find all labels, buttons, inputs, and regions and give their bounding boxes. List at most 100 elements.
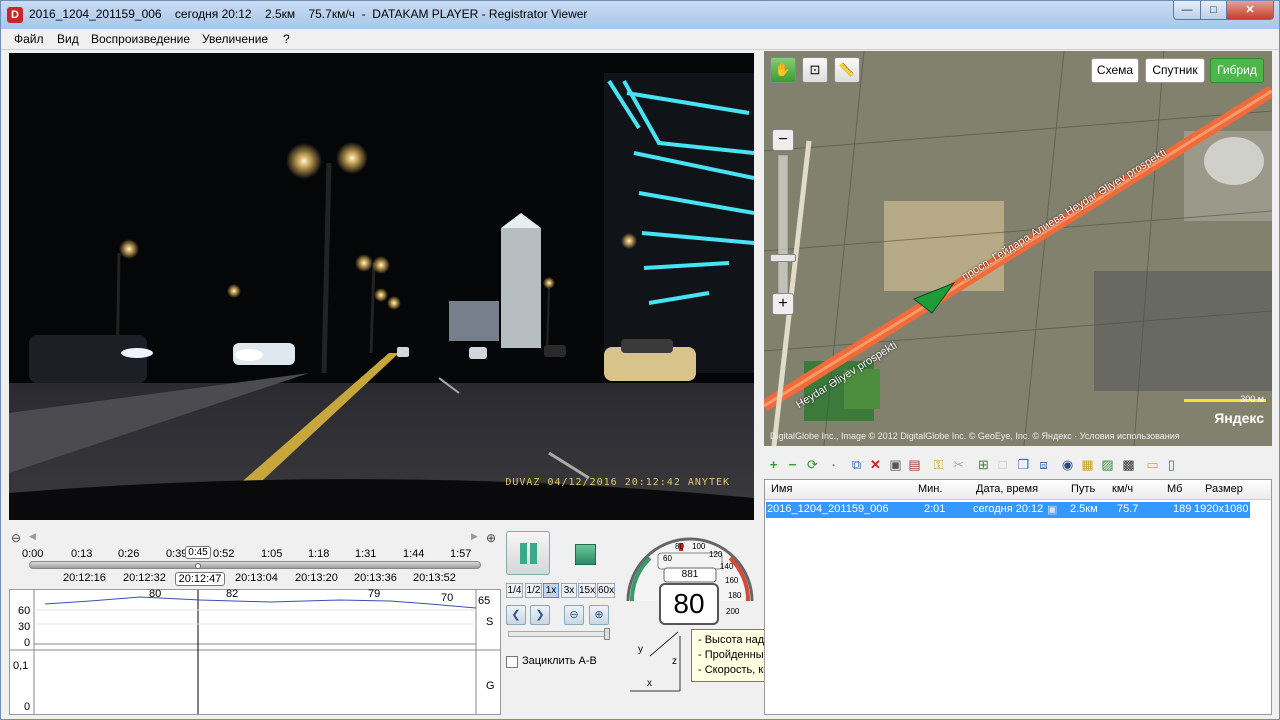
speed-60x-button[interactable]: 60x — [597, 583, 615, 598]
speed-3x-button[interactable]: 3x — [561, 583, 577, 598]
column-header-name[interactable]: Имя — [771, 483, 792, 495]
map-zoom-in-button[interactable]: + — [772, 293, 794, 315]
map-view[interactable]: просп. Гейдара Алиева Heydar Əliyev pros… — [764, 51, 1272, 446]
column-header-speed[interactable]: км/ч — [1112, 483, 1133, 495]
clock-tick: 20:12:32 — [123, 572, 166, 584]
speed-marker: 70 — [441, 592, 454, 604]
maximize-button[interactable]: □ — [1200, 1, 1227, 20]
timeline-tick: 1:05 — [261, 548, 283, 560]
timeline-zoom-out-icon[interactable]: ⊖ — [11, 531, 21, 545]
speed-quarter-button[interactable]: 1/4 — [506, 583, 523, 598]
copy-multi-icon[interactable]: ❐ — [1016, 457, 1031, 472]
speed-half-button[interactable]: 1/2 — [525, 583, 542, 598]
clock-tick: 20:13:04 — [235, 572, 278, 584]
map-zoom-slider[interactable] — [778, 155, 788, 295]
video-timestamp-osd: DUVAZ 04/12/2016 20:12:42 ANYTEK — [505, 477, 730, 488]
map-zoom-out-button[interactable]: − — [772, 129, 794, 151]
g-axis-tick: 0 — [24, 701, 31, 713]
map-scale-label: 300 м — [1240, 394, 1264, 404]
timeline-tick: 1:31 — [355, 548, 377, 560]
column-header-minutes[interactable]: Мин. — [918, 483, 942, 495]
stop-icon — [575, 544, 596, 565]
timeline-position-clock: 20:12:47 — [175, 572, 225, 586]
minimize-button[interactable]: — — [1173, 1, 1201, 20]
axis-y-label: y — [638, 644, 643, 655]
zoom-out-video-button[interactable]: ⊖ — [564, 605, 584, 625]
timeline-scroll-right-icon[interactable]: ▶ — [471, 531, 478, 542]
dot-icon[interactable]: · — [826, 457, 841, 472]
video-file-icon: ▣ — [1047, 504, 1058, 516]
volume-slider-thumb[interactable] — [604, 628, 610, 640]
map-type-satellite-button[interactable]: Спутник — [1145, 58, 1205, 83]
telemetry-graphs[interactable]: 60 30 0 80 82 79 70 65 S 0,1 0 G — [9, 588, 501, 715]
speed-marker: 80 — [149, 588, 162, 600]
image-icon[interactable]: ▨ — [1100, 457, 1115, 472]
document-icon[interactable]: ▯ — [1164, 457, 1179, 472]
remove-file-icon[interactable]: − — [785, 457, 800, 472]
key-icon[interactable]: ⚿ — [931, 457, 946, 472]
globe-icon[interactable]: ◉ — [1060, 457, 1075, 472]
volume-slider[interactable] — [508, 628, 610, 640]
cut-icon[interactable]: ✂ — [951, 457, 966, 472]
timeline-scroll-left-icon[interactable]: ◀ — [29, 531, 36, 542]
film-icon[interactable]: ▩ — [1121, 457, 1136, 472]
pan-tool-button[interactable]: ✋ — [770, 57, 796, 83]
next-frame-button[interactable]: ❯ — [530, 605, 550, 625]
pause-button[interactable] — [506, 531, 550, 575]
cell-mb: 189 — [1173, 503, 1192, 515]
select-icon[interactable]: □ — [995, 457, 1010, 472]
video-view[interactable]: DUVAZ 04/12/2016 20:12:42 ANYTEK — [9, 53, 754, 520]
clock-tick: 20:13:20 — [295, 572, 338, 584]
zoom-in-video-button[interactable]: ⊕ — [589, 605, 609, 625]
menu-bar: Файл Вид Воспроизведение Увеличение ? — [1, 29, 1279, 50]
timeline-tick: 0:13 — [71, 548, 93, 560]
menu-view[interactable]: Вид — [57, 32, 79, 46]
cell-size: 1920x1080 — [1194, 503, 1249, 515]
speed-marker: 79 — [368, 588, 381, 600]
column-header-mb[interactable]: Мб — [1167, 483, 1182, 495]
ruler-tool-button[interactable]: 📏 — [834, 57, 860, 83]
timeline-playhead-handle[interactable] — [195, 563, 201, 569]
menu-zoom[interactable]: Увеличение — [202, 32, 268, 46]
folder-icon[interactable]: ▭ — [1145, 457, 1160, 472]
prev-frame-button[interactable]: ❮ — [506, 605, 526, 625]
timeline[interactable]: ⊖ ◀ ▶ ⊕ 0:00 0:13 0:26 0:39 0:52 1:05 1:… — [9, 527, 501, 589]
speed-1x-button[interactable]: 1x — [543, 583, 559, 598]
map-type-scheme-button[interactable]: Схема — [1091, 58, 1139, 83]
new-item-icon[interactable]: ⊞ — [976, 457, 991, 472]
telemetry-graph-canvas — [10, 590, 500, 714]
column-header-path[interactable]: Путь — [1071, 483, 1095, 495]
export-icon[interactable]: ▤ — [907, 457, 922, 472]
close-button[interactable]: ✕ — [1226, 1, 1274, 20]
merge-icon[interactable]: ⧈ — [1036, 457, 1051, 472]
file-list[interactable]: Имя Мин. Дата, время Путь км/ч Мб Размер… — [764, 479, 1272, 715]
add-file-icon[interactable]: + — [766, 457, 781, 472]
zoom-area-tool-button[interactable]: ⊡ — [802, 57, 828, 83]
timeline-zoom-in-icon[interactable]: ⊕ — [486, 531, 496, 545]
speed-readout: 80 — [673, 588, 705, 619]
copy-icon[interactable]: ⧉ — [849, 457, 864, 472]
g-graph-label: G — [486, 680, 495, 692]
column-header-datetime[interactable]: Дата, время — [976, 483, 1038, 495]
map-type-hybrid-button[interactable]: Гибрид — [1210, 58, 1264, 83]
menu-file[interactable]: Файл — [14, 32, 44, 46]
map-zoom-slider-thumb[interactable] — [770, 254, 796, 262]
chart-icon[interactable]: ▦ — [1080, 457, 1095, 472]
delete-icon[interactable]: ✕ — [868, 457, 883, 472]
timeline-track[interactable] — [29, 561, 481, 569]
timeline-position-time[interactable]: 0:45 — [185, 546, 211, 559]
loop-ab-checkbox[interactable] — [506, 656, 518, 668]
speedometer-panel: 60 80 100 120 140 160 180 200 881 80 y z… — [620, 526, 760, 716]
refresh-icon[interactable]: ⟳ — [805, 457, 820, 472]
stop-button[interactable] — [564, 531, 608, 575]
menu-playback[interactable]: Воспроизведение — [91, 32, 190, 46]
speed-15x-button[interactable]: 15x — [578, 583, 596, 598]
save-icon[interactable]: ▣ — [888, 457, 903, 472]
table-row[interactable]: 2016_1204_201159_006 2:01 сегодня 20:12 … — [766, 502, 1250, 518]
gauge-tick: 140 — [720, 562, 734, 571]
timeline-tick: 1:44 — [403, 548, 425, 560]
map-attribution[interactable]: DigitalGlobe Inc., Image © 2012 DigitalG… — [770, 431, 1180, 441]
menu-help[interactable]: ? — [283, 32, 290, 46]
column-header-size[interactable]: Размер — [1205, 483, 1243, 495]
file-list-toolbar: + − ⟳ · ⧉ ✕ ▣ ▤ ⚿ ✂ ⊞ □ ❐ ⧈ ◉ ▦ ▨ ▩ ▭ ▯ — [764, 453, 1272, 477]
